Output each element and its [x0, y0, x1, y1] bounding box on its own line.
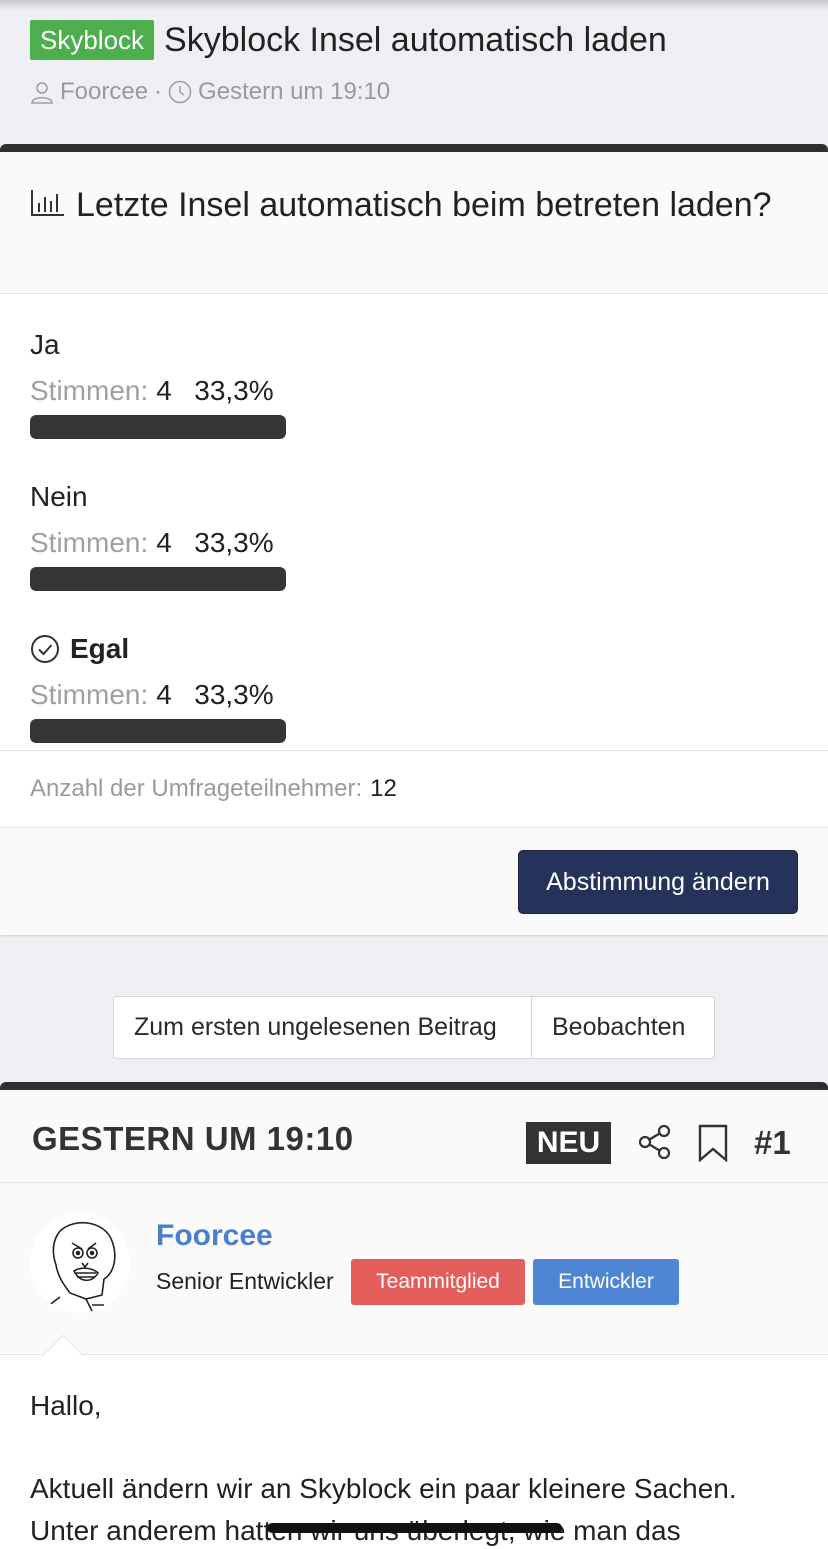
votes-label: Stimmen: — [30, 375, 149, 406]
poll-option: Nein Stimmen: 4 33,3% — [30, 477, 286, 591]
developer-badge: Entwickler — [533, 1259, 679, 1305]
poll-option-label: Egal — [70, 633, 130, 664]
share-icon[interactable] — [637, 1124, 673, 1160]
post-author-box: Foorcee Senior Entwickler Teammitglied E… — [0, 1183, 828, 1378]
thread-prefix-badge[interactable]: Skyblock — [30, 20, 155, 60]
poll-option-label-row: Egal — [30, 629, 286, 669]
votes-percent: 33,3% — [194, 527, 274, 558]
poll-header: Letzte Insel automatisch beim betreten l… — [0, 152, 828, 294]
poll-option-label: Nein — [30, 481, 88, 512]
poll-option-votes: Stimmen: 4 33,3% — [30, 371, 286, 411]
post-number[interactable]: #1 — [754, 1124, 791, 1162]
participants-label: Anzahl der Umfrageteilnehmer: — [30, 775, 363, 802]
poll-option-label: Ja — [30, 329, 60, 360]
post-greeting: Hallo, — [30, 1390, 102, 1421]
participants-count: 12 — [370, 775, 397, 802]
poll-result-bar — [30, 567, 286, 591]
poll-participants: Anzahl der Umfrageteilnehmer: 12 — [0, 750, 828, 828]
thread-meta: Foorcee · Gestern um 19:10 — [30, 78, 820, 106]
change-vote-button[interactable]: Abstimmung ändern — [518, 850, 798, 914]
poll-option: Ja Stimmen: 4 33,3% — [30, 325, 286, 439]
votes-count: 4 — [156, 527, 172, 558]
user-icon — [31, 82, 53, 104]
poll-question: Letzte Insel automatisch beim betreten l… — [76, 186, 772, 224]
thread-title-row: Skyblock Skyblock Insel automatisch lade… — [30, 20, 820, 60]
poll-result-bar — [30, 719, 286, 743]
poll-footer: Abstimmung ändern — [0, 829, 828, 935]
new-badge: NEU — [526, 1122, 611, 1164]
thread-header: Skyblock Skyblock Insel automatisch lade… — [30, 20, 820, 106]
votes-count: 4 — [156, 679, 172, 710]
thread-author[interactable]: Foorcee — [60, 78, 148, 106]
bar-chart-icon — [31, 190, 64, 216]
first-unread-button[interactable]: Zum ersten ungelesenen Beitrag — [114, 997, 532, 1058]
poll-result-bar — [30, 415, 286, 439]
post-header: GESTERN UM 19:10 NEU #1 — [0, 1090, 828, 1183]
post: GESTERN UM 19:10 NEU #1 Foorcee Senior E… — [0, 1082, 828, 1549]
team-member-badge: Teammitglied — [351, 1259, 525, 1305]
top-shadow — [0, 0, 828, 10]
thread-date[interactable]: Gestern um 19:10 — [198, 78, 390, 106]
poll-result-bar-fill — [30, 567, 286, 591]
post-author-name[interactable]: Foorcee — [156, 1219, 273, 1253]
post-paragraph: Aktuell ändern wir an Skyblock ein paar … — [30, 1473, 737, 1546]
poll-block: Letzte Insel automatisch beim betreten l… — [0, 144, 828, 935]
poll-option-votes: Stimmen: 4 33,3% — [30, 675, 286, 715]
poll-result-bar-fill — [30, 415, 286, 439]
home-indicator — [267, 1523, 562, 1533]
votes-count: 4 — [156, 375, 172, 406]
post-date[interactable]: GESTERN UM 19:10 — [32, 1120, 354, 1158]
check-circle-icon — [31, 635, 59, 663]
poll-option-votes: Stimmen: 4 33,3% — [30, 523, 286, 563]
user-title: Senior Entwickler — [156, 1268, 334, 1294]
avatar[interactable] — [30, 1213, 130, 1313]
poll-option-selected: Egal Stimmen: 4 33,3% — [30, 629, 286, 743]
votes-label: Stimmen: — [30, 679, 149, 710]
bookmark-icon[interactable] — [697, 1124, 729, 1162]
thread-action-buttons: Zum ersten ungelesenen Beitrag Beobachte… — [113, 996, 715, 1059]
post-content: Hallo, Aktuell ändern wir an Skyblock ei… — [0, 1355, 828, 1549]
votes-percent: 33,3% — [194, 375, 274, 406]
watch-button[interactable]: Beobachten — [532, 997, 714, 1058]
clock-icon — [168, 80, 192, 104]
votes-label: Stimmen: — [30, 527, 149, 558]
votes-percent: 33,3% — [194, 679, 274, 710]
meme-face-avatar-image — [43, 1222, 116, 1312]
poll-result-bar-fill — [30, 719, 286, 743]
meta-separator: · — [154, 78, 163, 105]
thread-title: Skyblock Insel automatisch laden — [164, 20, 667, 59]
